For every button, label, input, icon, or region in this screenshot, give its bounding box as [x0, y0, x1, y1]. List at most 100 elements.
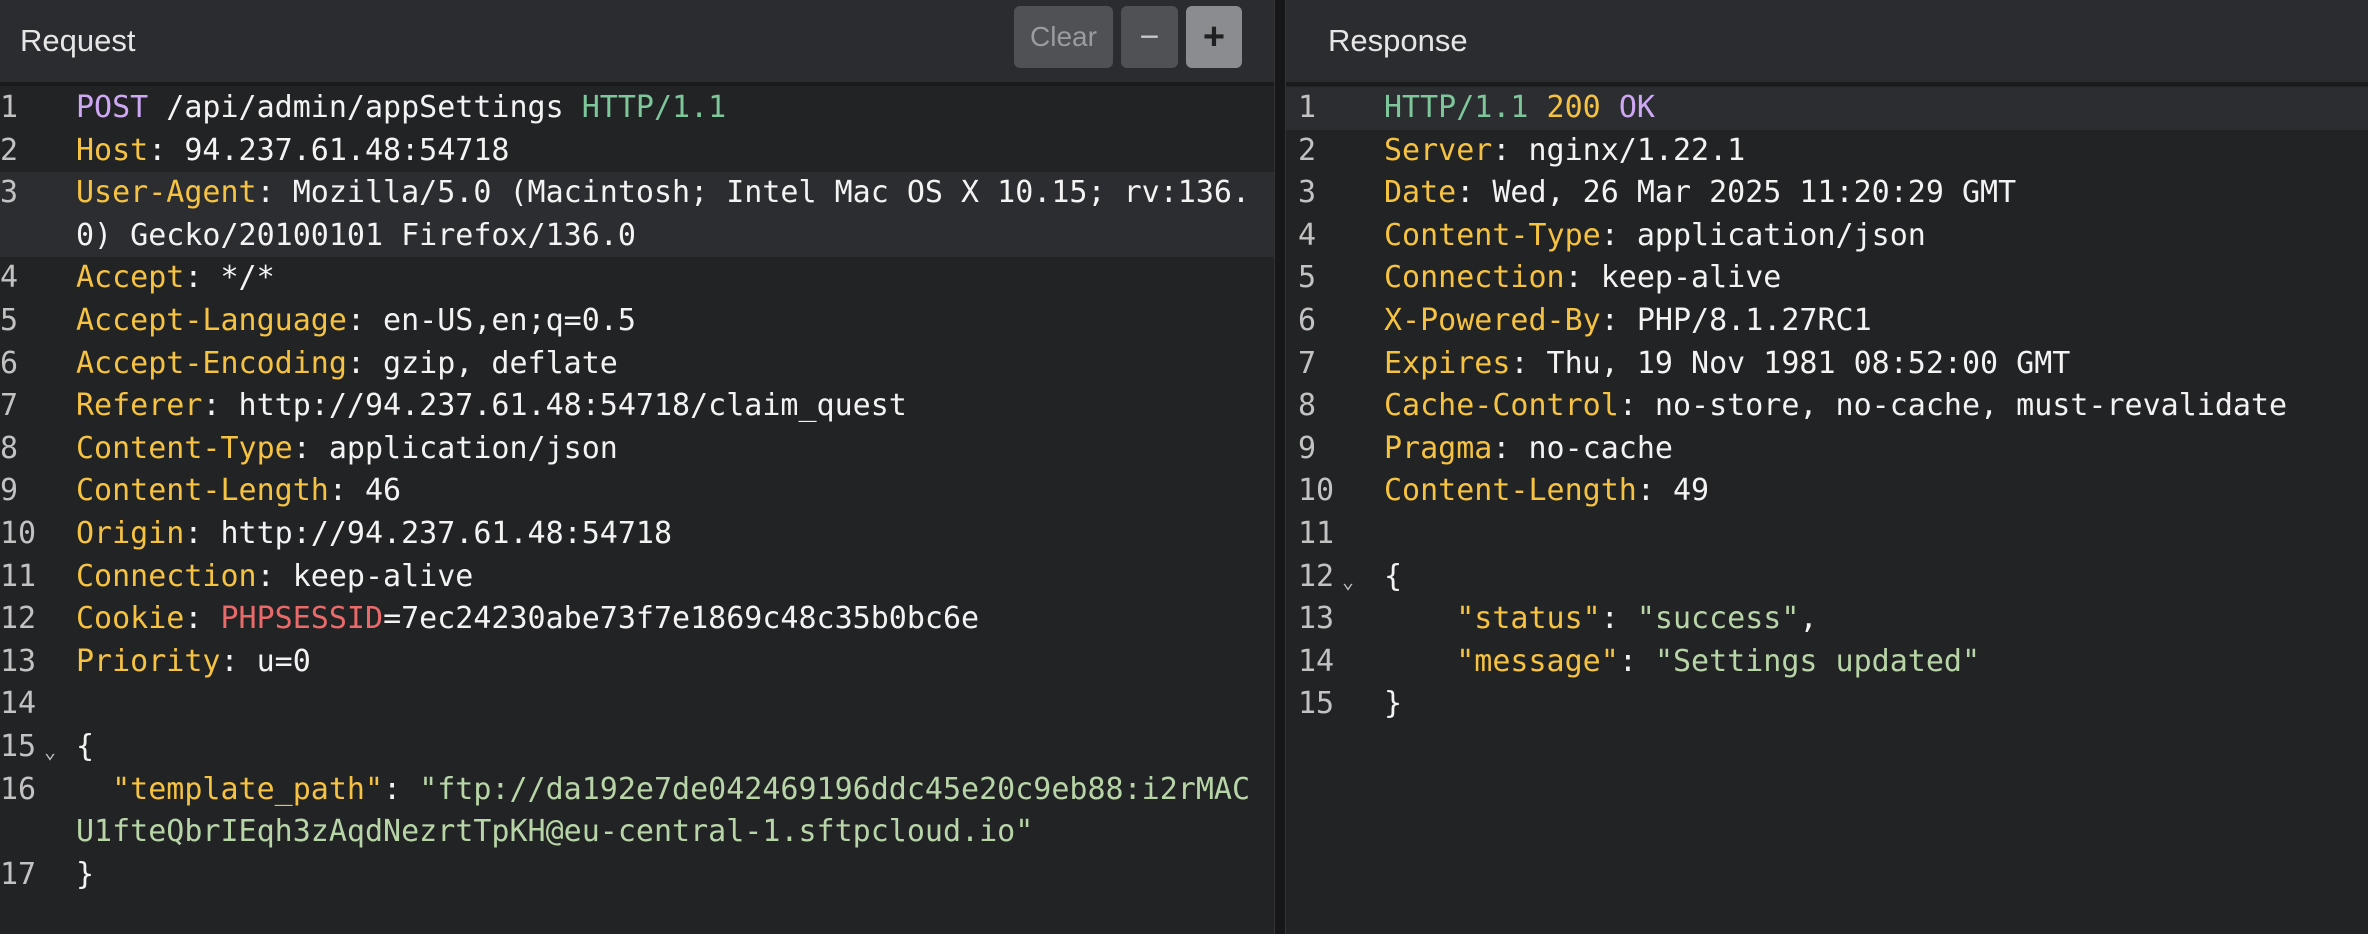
code-line: 14 "message": "Settings updated": [1286, 641, 2368, 684]
zoom-in-button[interactable]: +: [1186, 6, 1242, 68]
line-number: 17: [0, 856, 37, 892]
header-name: Content-Type: [1384, 217, 1601, 253]
line-number: 1: [1298, 90, 1317, 125]
code-line: 13 "status": "success",: [1286, 598, 2368, 641]
code-line: 16 "template_path": "ftp://da192e7de0424…: [0, 769, 1274, 854]
header-name: Origin: [76, 515, 185, 551]
line-number: 3: [0, 175, 19, 211]
json-open-brace: {: [1384, 558, 1403, 594]
json-close-brace: }: [76, 856, 95, 892]
empty-line: [60, 683, 1274, 726]
line-number: 6: [1298, 302, 1317, 338]
code-line-active: 1 HTTP/1.1 200 OK: [1286, 87, 2368, 130]
header-name: Accept-Language: [76, 302, 347, 338]
fold-chevron-icon[interactable]: ⌄: [44, 730, 56, 773]
code-line: 12 ⌄ {: [1286, 556, 2368, 599]
code-line: 14: [0, 683, 1274, 726]
line-number: 8: [1298, 388, 1317, 424]
zoom-out-button[interactable]: −: [1121, 6, 1178, 68]
http-protocol: HTTP/1.1: [1384, 90, 1529, 125]
header-value: http://94.237.61.48:54718/claim_quest: [220, 388, 907, 424]
json-entry: "template_path": "ftp://da192e7de0424691…: [76, 771, 1251, 850]
header-name: Priority: [76, 643, 221, 679]
line-number: 16: [0, 771, 37, 807]
cookie-value: =7ec24230abe73f7e1869c48c35b0bc6e: [383, 601, 980, 637]
header-line: Content-Length: 49: [1384, 473, 1710, 509]
header-value: 46: [346, 473, 402, 509]
header-value: nginx/1.22.1: [1510, 132, 1746, 168]
line-number: 5: [1298, 260, 1317, 296]
code-line: 12 Cookie: PHPSESSID=7ec24230abe73f7e186…: [0, 598, 1274, 641]
header-value: http://94.237.61.48:54718: [202, 515, 673, 551]
pane-splitter[interactable]: [1274, 0, 1286, 934]
header-line: Priority: u=0: [76, 643, 311, 679]
code-line: 13 Priority: u=0: [0, 641, 1274, 684]
response-pane: Response 1 HTTP/1.1 200 OK 2 Server: ngi…: [1286, 0, 2368, 934]
header-name: Date: [1384, 175, 1457, 211]
json-value: "success": [1636, 601, 1800, 637]
code-line: 2 Host: 94.237.61.48:54718: [0, 130, 1274, 173]
http-method: POST: [76, 90, 149, 125]
header-line: Host: 94.237.61.48:54718: [76, 132, 510, 168]
line-number: 15 ⌄: [0, 726, 60, 769]
code-line: 8 Content-Type: application/json: [0, 428, 1274, 471]
code-line: 15 }: [1286, 683, 2368, 726]
header-name: Accept: [76, 260, 185, 296]
request-pane: Request Clear − + 1 POST /api/admin/appS…: [0, 0, 1274, 934]
request-header: Request Clear − +: [0, 0, 1274, 86]
line-number: 9: [1298, 430, 1317, 466]
header-name: Content-Type: [76, 430, 293, 466]
header-line: Pragma: no-cache: [1384, 430, 1673, 466]
header-line: Connection: keep-alive: [76, 558, 474, 594]
line-number: 11: [0, 558, 37, 594]
header-value: keep-alive: [274, 558, 474, 594]
line-number: 13: [0, 643, 37, 679]
code-line: 11 Connection: keep-alive: [0, 556, 1274, 599]
clear-button[interactable]: Clear: [1014, 6, 1113, 68]
header-line: Accept-Encoding: gzip, deflate: [76, 345, 618, 381]
status-line: HTTP/1.1 200 OK: [1368, 87, 2368, 130]
fold-chevron-icon[interactable]: ⌄: [1342, 560, 1354, 603]
header-line: Origin: http://94.237.61.48:54718: [76, 515, 673, 551]
request-title: Request: [20, 23, 136, 58]
json-entry: "status": "success",: [1456, 601, 1818, 637]
json-key: "template_path": [112, 771, 384, 807]
line-number: 14: [0, 686, 37, 722]
code-line: 3 Date: Wed, 26 Mar 2025 11:20:29 GMT: [1286, 172, 2368, 215]
code-line: 6 X-Powered-By: PHP/8.1.27RC1: [1286, 300, 2368, 343]
header-name: Referer: [76, 388, 203, 424]
code-line: 9 Pragma: no-cache: [1286, 428, 2368, 471]
json-open-brace: {: [76, 728, 95, 764]
cookie-name: PHPSESSID: [220, 601, 384, 637]
line-number: 7: [1298, 345, 1317, 381]
header-value: u=0: [238, 643, 311, 679]
code-line: 10 Origin: http://94.237.61.48:54718: [0, 513, 1274, 556]
header-value: */*: [202, 260, 275, 296]
line-number: 5: [0, 302, 19, 338]
json-value: "Settings updated": [1654, 643, 1981, 679]
header-line: Cookie: PHPSESSID=7ec24230abe73f7e1869c4…: [76, 601, 980, 637]
header-name: Content-Length: [76, 473, 329, 509]
request-editor[interactable]: 1 POST /api/admin/appSettings HTTP/1.1 2…: [0, 86, 1274, 896]
header-name: Host: [76, 132, 149, 168]
header-name: Accept-Encoding: [76, 345, 347, 381]
header-value: keep-alive: [1582, 260, 1782, 296]
header-name: Expires: [1384, 345, 1511, 381]
code-line: 17 }: [0, 854, 1274, 897]
header-line: Content-Length: 46: [76, 473, 402, 509]
header-line: Cache-Control: no-store, no-cache, must-…: [1384, 388, 2288, 424]
line-number: 10: [1298, 473, 1335, 509]
header-value: 94.237.61.48:54718: [166, 132, 510, 168]
header-line: Content-Type: application/json: [1384, 217, 1926, 253]
header-value: en-US,en;q=0.5: [365, 302, 636, 338]
code-line-active: 3 User-Agent: Mozilla/5.0 (Macintosh; In…: [0, 172, 1274, 258]
header-line: X-Powered-By: PHP/8.1.27RC1: [1384, 302, 1872, 338]
line-number: 14: [1298, 643, 1335, 679]
code-line: 11: [1286, 513, 2368, 556]
line-number: 2: [0, 132, 19, 168]
header-name: Cache-Control: [1384, 388, 1619, 424]
code-line: 7 Referer: http://94.237.61.48:54718/cla…: [0, 385, 1274, 428]
line-number: 2: [1298, 132, 1317, 168]
code-line: 5 Accept-Language: en-US,en;q=0.5: [0, 300, 1274, 343]
response-editor[interactable]: 1 HTTP/1.1 200 OK 2 Server: nginx/1.22.1…: [1286, 86, 2368, 726]
